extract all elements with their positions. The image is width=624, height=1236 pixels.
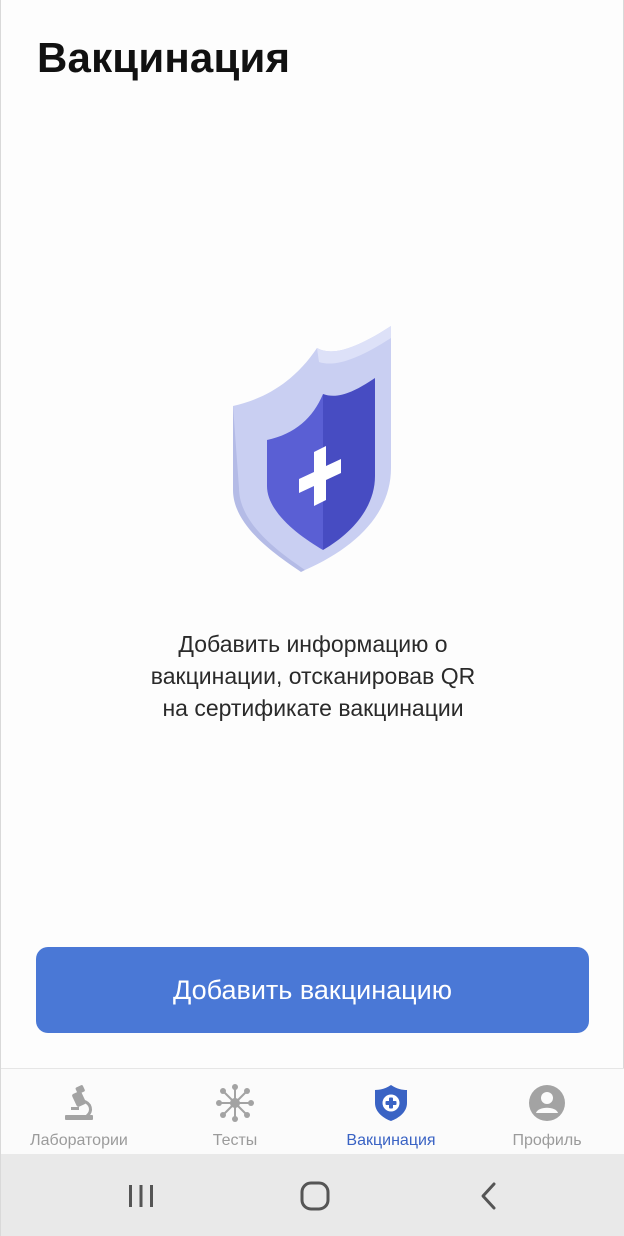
- shield-plus-icon: [233, 326, 391, 572]
- vaccination-description: Добавить информацию о вакцинации, отскан…: [61, 628, 565, 724]
- nav-item-label: Тесты: [212, 1132, 258, 1149]
- nav-item-profile[interactable]: Профиль: [469, 1069, 624, 1155]
- nav-item-label: Вакцинация: [346, 1132, 436, 1149]
- recent-apps-icon[interactable]: [121, 1176, 161, 1216]
- bottom-navigation: Лаборатории Тесты Вакцинация Профиль: [1, 1068, 624, 1154]
- add-vaccination-button[interactable]: Добавить вакцинацию: [36, 947, 589, 1033]
- page-title: Вакцинация: [37, 34, 291, 81]
- profile-icon: [529, 1085, 565, 1121]
- description-line: на сертификате вакцинации: [162, 695, 464, 721]
- virus-icon: [216, 1084, 254, 1122]
- vaccination-screen: Вакцинация Добавить информацию о вакцина…: [0, 0, 624, 1236]
- nav-item-label: Лаборатории: [30, 1132, 128, 1149]
- nav-item-vaccination[interactable]: Вакцинация: [313, 1069, 469, 1155]
- nav-item-label: Профиль: [512, 1132, 582, 1149]
- home-icon[interactable]: [295, 1176, 335, 1216]
- description-line: вакцинации, отсканировав QR: [150, 663, 476, 689]
- nav-item-tests[interactable]: Тесты: [157, 1069, 313, 1155]
- back-icon[interactable]: [469, 1176, 509, 1216]
- system-navigation-bar: [1, 1154, 624, 1236]
- nav-item-laboratories[interactable]: Лаборатории: [1, 1069, 157, 1155]
- microscope-icon: [65, 1085, 93, 1120]
- description-line: Добавить информацию о: [178, 631, 448, 657]
- shield-plus-icon: [375, 1085, 407, 1121]
